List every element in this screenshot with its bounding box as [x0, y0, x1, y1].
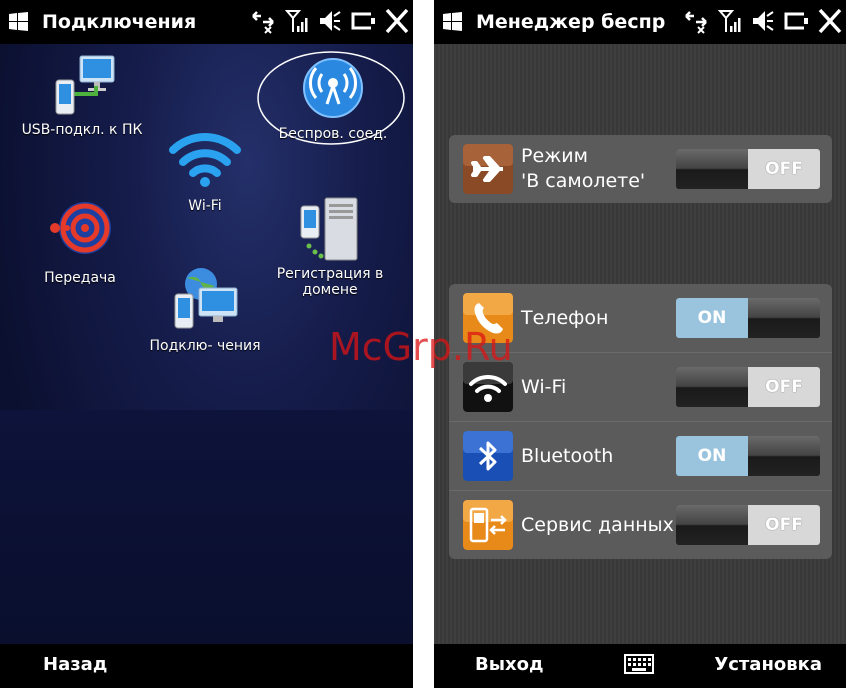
- windows-start-icon[interactable]: [6, 9, 32, 35]
- sync-arrows-icon[interactable]: [249, 8, 277, 34]
- toggle-state: ON: [676, 298, 748, 338]
- bluetooth-toggle[interactable]: ON: [676, 436, 820, 476]
- domain-label: Регистрация в: [276, 266, 384, 282]
- connections-label: Подклю- чения: [149, 338, 261, 354]
- title-bar: Подключения: [0, 0, 413, 44]
- wireless-label: Беспров. соед.: [278, 126, 388, 142]
- battery-icon[interactable]: [782, 8, 810, 34]
- bluetooth-icon: [463, 431, 513, 481]
- title-bar: Менеджер беспр: [434, 0, 846, 44]
- connections-icon: [174, 268, 238, 329]
- airplane-toggle[interactable]: OFF: [676, 149, 820, 189]
- wifi-toggle[interactable]: OFF: [676, 367, 820, 407]
- wifi-label: Wi-Fi: [521, 375, 567, 398]
- beam-item[interactable]: Передача: [20, 196, 140, 286]
- setup-softkey[interactable]: Установка: [714, 654, 822, 675]
- page-title: Менеджер беспр: [476, 11, 666, 33]
- keyboard-icon[interactable]: [624, 654, 654, 674]
- toggle-state: ON: [676, 436, 748, 476]
- status-icons: [682, 8, 842, 34]
- beam-label: Передача: [44, 270, 116, 286]
- domain-item[interactable]: Регистрация в домене: [268, 196, 392, 298]
- status-icons: [249, 8, 409, 34]
- airplane-row: Режим 'В самолете' OFF: [449, 135, 832, 203]
- toggle-slider: [748, 436, 820, 476]
- signal-icon[interactable]: [718, 8, 742, 34]
- windows-start-icon[interactable]: [440, 9, 466, 35]
- page-title: Подключения: [42, 11, 197, 33]
- phone-toggle[interactable]: ON: [676, 298, 820, 338]
- wifi-icon: [463, 362, 513, 412]
- toggle-state: OFF: [748, 367, 820, 407]
- bluetooth-label: Bluetooth: [521, 444, 614, 467]
- toggle-slider: [676, 505, 748, 545]
- back-softkey[interactable]: Назад: [43, 654, 107, 675]
- bluetooth-row: Bluetooth ON: [449, 422, 832, 491]
- airplane-label-line2: 'В самолете': [521, 170, 646, 192]
- data-service-toggle[interactable]: OFF: [676, 505, 820, 545]
- airplane-label-line1: Режим: [521, 145, 588, 167]
- close-icon[interactable]: [385, 8, 409, 34]
- connections-item[interactable]: Подклю- чения: [140, 266, 270, 354]
- data-service-label: Сервис данных: [521, 513, 674, 536]
- usb-pc-label: USB-подкл. к ПК: [21, 122, 143, 138]
- battery-icon[interactable]: [349, 8, 377, 34]
- volume-icon[interactable]: [317, 8, 341, 34]
- sync-arrows-icon[interactable]: [682, 8, 710, 34]
- volume-icon[interactable]: [750, 8, 774, 34]
- domain-server-icon: [300, 197, 358, 261]
- data-service-icon: [463, 500, 513, 550]
- phone-label: Телефон: [521, 306, 609, 329]
- airplane-label: Режим 'В самолете': [521, 144, 645, 194]
- wifi-icon: [169, 133, 241, 187]
- softkey-bar: Назад: [0, 644, 413, 688]
- softkey-bar: Выход Установка: [434, 644, 846, 688]
- usb-pc-icon: [55, 55, 115, 115]
- toggle-state: OFF: [748, 149, 820, 189]
- toggle-slider: [748, 298, 820, 338]
- watermark: McGrp.Ru: [329, 325, 513, 369]
- domain-label-line2: домене: [302, 282, 358, 298]
- beam-icon: [50, 202, 111, 254]
- data-service-row: Сервис данных OFF: [449, 491, 832, 559]
- toggle-state: OFF: [748, 505, 820, 545]
- wifi-item[interactable]: Wi-Fi: [150, 126, 260, 214]
- wireless-icon: [303, 58, 363, 118]
- toggle-slider: [676, 367, 748, 407]
- toggle-slider: [676, 149, 748, 189]
- usb-pc-item[interactable]: USB-подкл. к ПК: [12, 54, 152, 138]
- close-icon[interactable]: [818, 8, 842, 34]
- wireless-item[interactable]: Беспров. соед.: [257, 51, 408, 145]
- wifi-label: Wi-Fi: [188, 198, 222, 214]
- airplane-icon: [463, 144, 513, 194]
- signal-icon[interactable]: [285, 8, 309, 34]
- exit-softkey[interactable]: Выход: [475, 654, 544, 675]
- airplane-panel: Режим 'В самолете' OFF: [449, 135, 832, 203]
- lower-background: [0, 410, 413, 644]
